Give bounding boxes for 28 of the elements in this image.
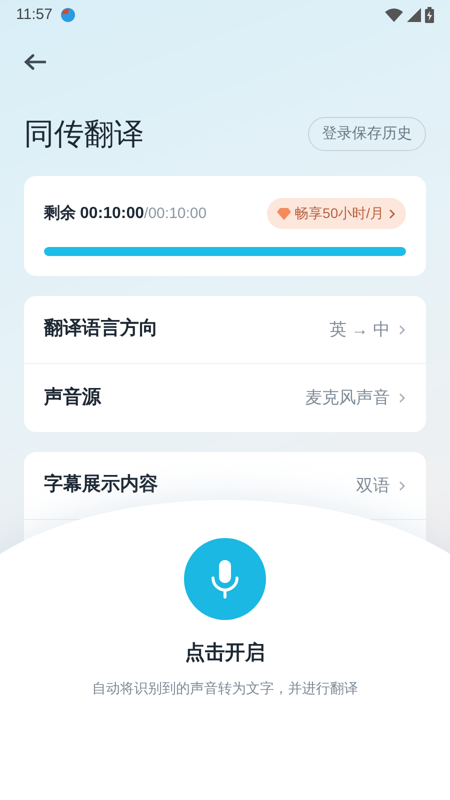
settings-row[interactable]: 声音源 麦克风声音 bbox=[24, 364, 426, 432]
start-description: 自动将识别到的声音转为文字，并进行翻译 bbox=[92, 679, 358, 698]
setting-value: 麦克风声音 bbox=[305, 387, 390, 410]
settings-row[interactable]: 翻译语言方向 英 → 中 bbox=[24, 296, 426, 364]
wifi-icon bbox=[385, 8, 403, 22]
back-icon[interactable] bbox=[24, 54, 46, 70]
microphone-icon bbox=[210, 559, 240, 599]
remaining-time: 00:10:00 bbox=[80, 204, 144, 224]
remaining-label: 剩余 bbox=[44, 204, 76, 224]
chevron-icon bbox=[398, 324, 406, 336]
signal-icon bbox=[407, 8, 421, 22]
battery-icon bbox=[425, 7, 434, 23]
diamond-icon bbox=[276, 208, 291, 220]
setting-label: 声音源 bbox=[44, 386, 101, 410]
page-title: 同传翻译 bbox=[24, 116, 144, 152]
setting-label: 字幕展示内容 bbox=[44, 472, 158, 498]
app-notification-icon bbox=[60, 7, 76, 23]
setting-value: 英 → 中 bbox=[330, 318, 390, 341]
setting-value: 双语 bbox=[356, 474, 390, 497]
status-time: 11:57 bbox=[16, 4, 52, 25]
upgrade-button[interactable]: 畅享50小时/月 bbox=[266, 198, 406, 229]
login-save-history-button[interactable]: 登录保存历史 bbox=[308, 116, 426, 152]
setting-label: 翻译语言方向 bbox=[44, 316, 158, 342]
chevron-icon bbox=[398, 480, 406, 492]
chevron-icon bbox=[388, 208, 396, 218]
chevron-icon bbox=[398, 392, 406, 404]
total-time: /00:10:00 bbox=[144, 204, 207, 224]
start-title: 点击开启 bbox=[185, 640, 265, 666]
